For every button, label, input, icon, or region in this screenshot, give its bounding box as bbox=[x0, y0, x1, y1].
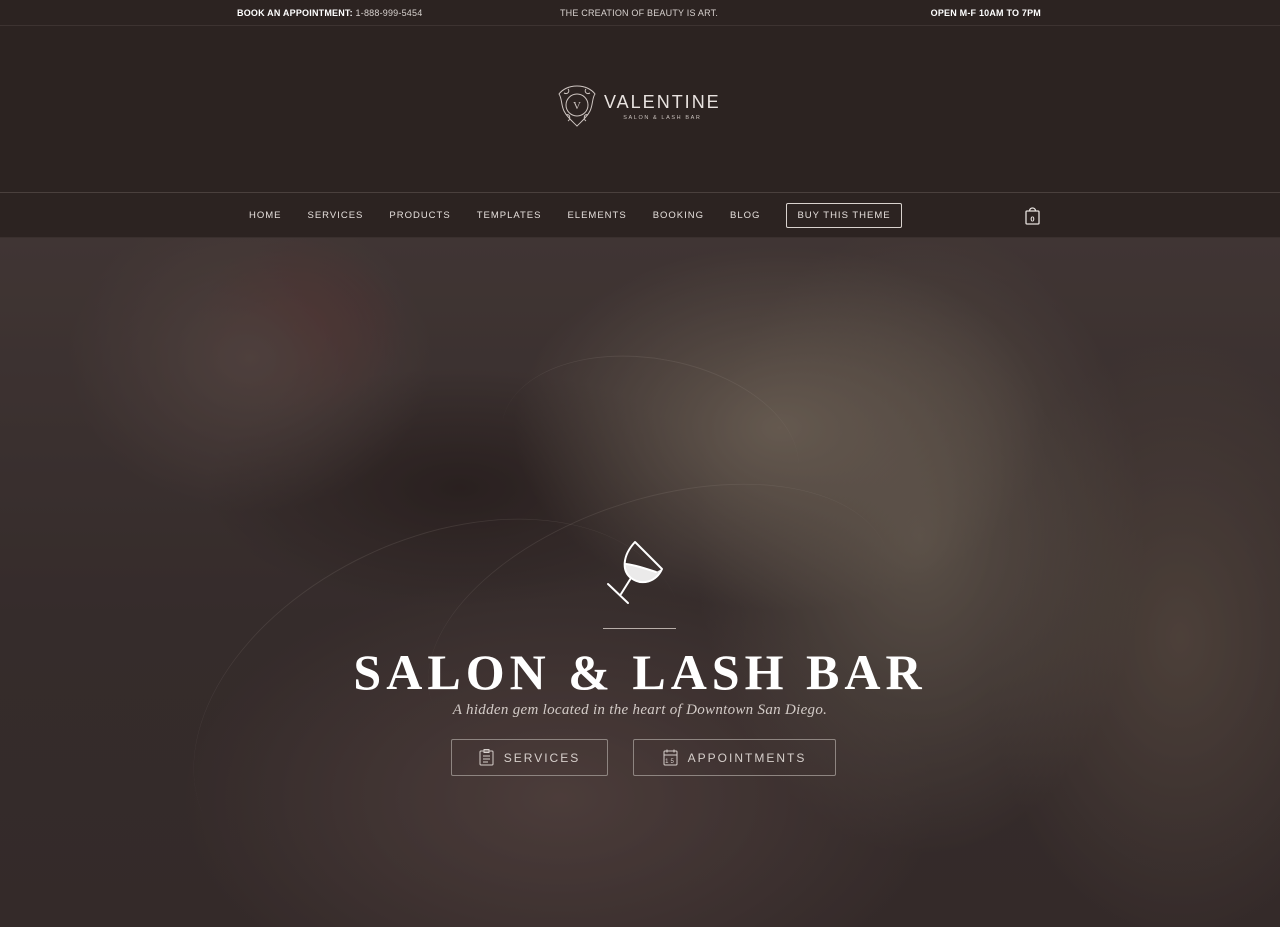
wine-glass-icon bbox=[607, 541, 663, 604]
opening-hours: OPEN M-F 10AM TO 7PM bbox=[930, 8, 1041, 18]
phone-number[interactable]: 1-888-999-5454 bbox=[356, 8, 423, 18]
clipboard-icon bbox=[479, 749, 494, 766]
nav-products[interactable]: PRODUCTS bbox=[376, 210, 463, 221]
appointments-button[interactable]: 15 APPOINTMENTS bbox=[633, 739, 836, 776]
nav-services[interactable]: SERVICES bbox=[295, 210, 377, 221]
services-button-label: SERVICES bbox=[503, 750, 581, 765]
hero-title: SALON & LASH BAR bbox=[353, 644, 927, 700]
top-bar: BOOK AN APPOINTMENT: 1-888-999-5454 THE … bbox=[0, 0, 1280, 26]
services-button[interactable]: SERVICES bbox=[451, 739, 608, 776]
nav-elements[interactable]: ELEMENTS bbox=[554, 210, 639, 221]
svg-text:15: 15 bbox=[665, 759, 676, 765]
cart-count: 0 bbox=[1030, 215, 1034, 224]
book-appointment[interactable]: BOOK AN APPOINTMENT: 1-888-999-5454 bbox=[237, 8, 422, 18]
logo-name: VALENTINE bbox=[604, 91, 721, 112]
logo-crest-icon: V bbox=[558, 85, 596, 127]
site-header: V VALENTINE SALON & LASH BAR bbox=[0, 26, 1280, 193]
shopping-bag-icon[interactable]: 0 bbox=[1025, 206, 1040, 225]
site-logo[interactable]: V VALENTINE SALON & LASH BAR bbox=[556, 83, 721, 129]
hero-section: SALON & LASH BAR A hidden gem located in… bbox=[0, 238, 1280, 927]
calendar-icon: 15 bbox=[663, 749, 678, 766]
hero-divider bbox=[603, 628, 676, 629]
nav-blog[interactable]: BLOG bbox=[717, 210, 773, 221]
buy-theme-button[interactable]: BUY THIS THEME bbox=[786, 203, 902, 228]
svg-text:V: V bbox=[573, 100, 581, 112]
appointments-button-label: APPOINTMENTS bbox=[687, 750, 807, 765]
nav-templates[interactable]: TEMPLATES bbox=[464, 210, 555, 221]
hero-subtitle: A hidden gem located in the heart of Dow… bbox=[452, 702, 828, 718]
book-label: BOOK AN APPOINTMENT: bbox=[237, 8, 353, 18]
main-navigation: HOME SERVICES PRODUCTS TEMPLATES ELEMENT… bbox=[0, 193, 1280, 238]
nav-booking[interactable]: BOOKING bbox=[640, 210, 717, 221]
nav-home[interactable]: HOME bbox=[236, 210, 295, 221]
logo-tagline: SALON & LASH BAR bbox=[623, 114, 702, 121]
